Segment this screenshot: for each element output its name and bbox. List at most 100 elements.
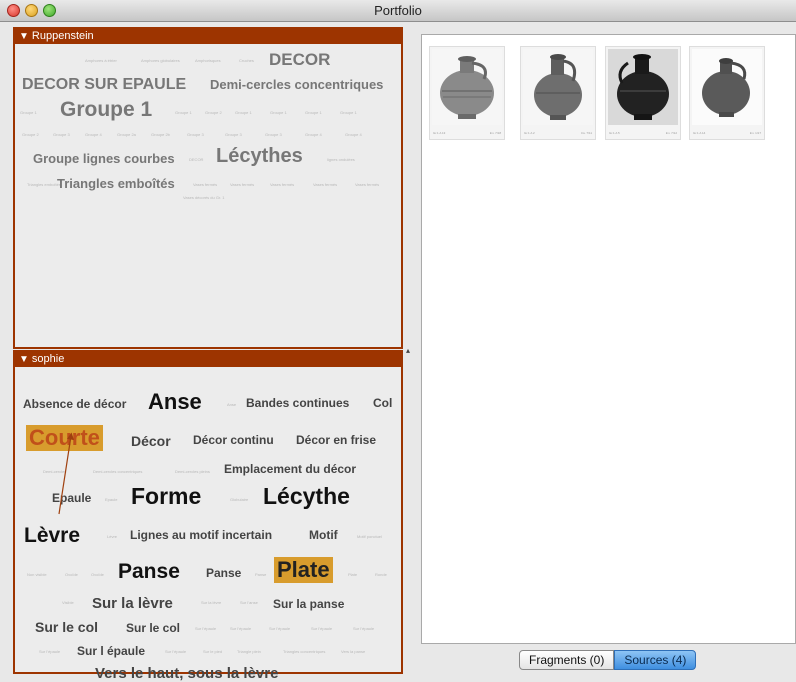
tag[interactable]: Groupe 3 [265, 132, 282, 137]
tag[interactable]: Sur l’anse [240, 600, 258, 605]
tag[interactable]: Col [373, 396, 392, 410]
tag[interactable]: DECOR [269, 50, 330, 70]
tag[interactable]: Triangles emboîtés [57, 176, 175, 191]
tag[interactable]: Motif [309, 528, 338, 542]
tag[interactable]: Sur le col [35, 619, 98, 635]
tag[interactable]: Vases fermés [230, 182, 254, 187]
tag[interactable]: Sur l’épaule [165, 649, 186, 654]
tag[interactable]: Groupe 2b [151, 132, 170, 137]
tab-fragments[interactable]: Fragments (0) [519, 650, 615, 670]
tag[interactable]: Amphores à étrier [85, 58, 117, 63]
tag[interactable]: Lécythe [263, 483, 350, 510]
tag[interactable]: Sur la lèvre [92, 595, 173, 612]
tag[interactable]: Forme [131, 483, 201, 510]
tag[interactable]: Groupe lignes courbes [33, 151, 175, 166]
tag[interactable]: Globulaire [230, 497, 248, 502]
sophie-panel-header[interactable]: ▼ sophie [15, 352, 401, 367]
tag[interactable]: Demi-cercles concentriques [210, 77, 383, 92]
tag[interactable]: Non visible [27, 572, 47, 577]
tag[interactable]: Groupe 1 [20, 110, 37, 115]
tag[interactable]: Groupe 2 [22, 132, 39, 137]
tag[interactable]: Sur le col [126, 621, 180, 635]
tag[interactable]: Vases décorés du Gr. 1 [183, 195, 225, 200]
tag[interactable]: Cruches [239, 58, 254, 63]
source-thumbnail[interactable]: Gr.1 A 5 Inv. 7/12 [605, 46, 681, 140]
tag-highlighted[interactable]: Plate [274, 557, 333, 583]
tag[interactable]: Sur l’épaule [353, 626, 374, 631]
tag-highlighted[interactable]: Courte [26, 425, 103, 451]
tag[interactable]: Sur la panse [273, 597, 344, 611]
tag[interactable]: Groupe 3 [53, 132, 70, 137]
tag[interactable]: DECOR [189, 157, 203, 162]
tag[interactable]: Vases fermés [355, 182, 379, 187]
tag[interactable]: Emplacement du décor [224, 462, 356, 476]
tag[interactable]: Lignes au motif incertain [130, 528, 272, 542]
tag[interactable]: Groupe 2a [117, 132, 136, 137]
tag[interactable]: Triangles concentriques [283, 649, 325, 654]
tab-sources[interactable]: Sources (4) [614, 650, 697, 670]
tag[interactable]: Ronde [375, 572, 387, 577]
tag[interactable]: Sur l épaule [77, 644, 145, 658]
tag[interactable]: Groupe 1 [60, 98, 152, 122]
tag[interactable]: Sur le pied [203, 649, 222, 654]
disclosure-triangle-icon[interactable]: ▼ [19, 31, 29, 42]
tag[interactable]: Ovoïde [65, 572, 78, 577]
tag[interactable]: Sur l’épaule [230, 626, 251, 631]
tag[interactable]: Groupe 1 [235, 110, 252, 115]
tag[interactable]: Demi-cercles concentriques [93, 469, 142, 474]
tag[interactable]: Vers le haut, sous la lèvre [95, 665, 278, 682]
tag[interactable]: Panse [118, 560, 180, 584]
tag[interactable]: Triangle plein [237, 649, 261, 654]
tag[interactable]: Bandes continues [246, 396, 349, 410]
source-thumbnail[interactable]: Gr.1 A 13 Inv. 7/18 [429, 46, 505, 140]
tag[interactable]: Sur l’épaule [269, 626, 290, 631]
tag[interactable]: Sur l’épaule [311, 626, 332, 631]
tag[interactable]: Plate [348, 572, 357, 577]
sources-content-area[interactable]: Gr.1 A 13 Inv. 7/18 Gr.1 A 2 Inv. 7/11 G… [421, 34, 796, 644]
tag[interactable]: Panse [206, 566, 241, 580]
tag[interactable]: Triangles emboîtés [27, 182, 61, 187]
tag[interactable]: Groupe 4 [345, 132, 362, 137]
tag[interactable]: Ovoïde [91, 572, 104, 577]
tag[interactable]: Panse [255, 572, 266, 577]
tag[interactable]: Groupe 3 [187, 132, 204, 137]
tag[interactable]: Sur la lèvre [201, 600, 221, 605]
tag[interactable]: Groupe 1 [340, 110, 357, 115]
splitter-handle[interactable]: ▴ [406, 346, 410, 355]
tag[interactable]: Sur l’épaule [195, 626, 216, 631]
tag[interactable]: Anse [148, 389, 202, 415]
tag[interactable]: Sur l’épaule [39, 649, 60, 654]
tag[interactable]: Groupe 2 [205, 110, 222, 115]
source-thumbnail[interactable]: Gr.1 A 14 Inv. 1/17 [689, 46, 765, 140]
tag[interactable]: Vases fermés [313, 182, 337, 187]
tag[interactable]: Groupe 1 [305, 110, 322, 115]
tag[interactable]: Epaule [52, 491, 91, 505]
tag[interactable]: Absence de décor [23, 397, 126, 411]
tag[interactable]: Demi-cercles [43, 469, 66, 474]
tag[interactable]: Visible [62, 600, 74, 605]
tag[interactable]: Amphores globulaires [141, 58, 180, 63]
ruppenstein-panel-header[interactable]: ▼ Ruppenstein [15, 29, 401, 44]
tag[interactable]: Groupe 1 [175, 110, 192, 115]
tag[interactable]: Lèvre [107, 534, 117, 539]
tag[interactable]: Groupe 3 [225, 132, 242, 137]
tag[interactable]: Epaule [105, 497, 117, 502]
tag[interactable]: Vases fermés [193, 182, 217, 187]
tag[interactable]: Amphorisques [195, 58, 221, 63]
tag[interactable]: Décor [131, 433, 171, 449]
tag[interactable]: Groupe 1 [270, 110, 287, 115]
tag[interactable]: Décor en frise [296, 433, 376, 447]
disclosure-triangle-icon[interactable]: ▼ [19, 354, 29, 365]
tag[interactable]: Décor continu [193, 433, 274, 447]
tag[interactable]: Groupe 4 [85, 132, 102, 137]
tag[interactable]: Groupe 4 [305, 132, 322, 137]
tag[interactable]: DECOR SUR EPAULE [22, 76, 186, 94]
tag[interactable]: Lécythes [216, 145, 303, 168]
tag[interactable]: lignes ondulées [327, 157, 355, 162]
tag[interactable]: Vases fermés [270, 182, 294, 187]
tag[interactable]: Lèvre [24, 524, 80, 548]
tag[interactable]: Anse [227, 402, 236, 407]
tag[interactable]: Vers la panse [341, 649, 365, 654]
source-thumbnail[interactable]: Gr.1 A 2 Inv. 7/11 [520, 46, 596, 140]
tag[interactable]: Motif ponctuel [357, 534, 382, 539]
